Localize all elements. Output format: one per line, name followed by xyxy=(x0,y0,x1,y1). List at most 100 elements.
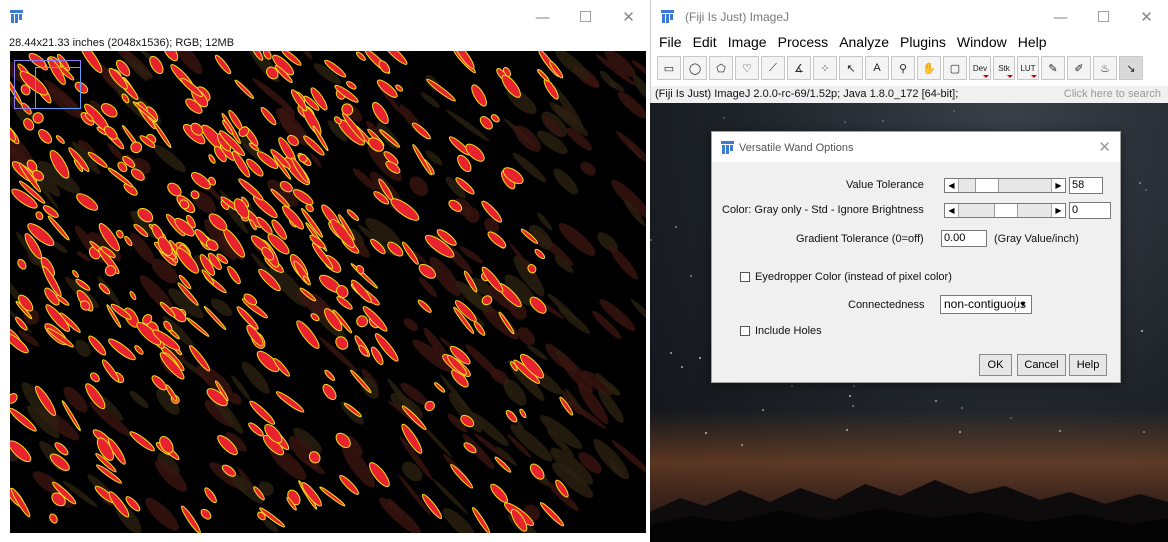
imagej-titlebar[interactable]: (Fiji Is Just) ImageJ — ☐ ✕ xyxy=(651,0,1168,34)
fiji-logo-icon xyxy=(721,141,734,154)
pencil-tool[interactable]: ✎ xyxy=(1041,56,1065,80)
scroll-left-icon[interactable]: ◀ xyxy=(945,204,959,217)
segmented-region xyxy=(282,205,304,230)
submenu-indicator-icon xyxy=(1007,75,1013,78)
minimize-button[interactable]: — xyxy=(521,0,564,34)
versatile-wand-tool[interactable]: ↘ xyxy=(1119,56,1143,80)
star xyxy=(699,357,701,359)
gradient-tolerance-label: Gradient Tolerance (0=off) xyxy=(796,233,924,245)
background-strand xyxy=(340,401,364,425)
include-holes-checkbox[interactable] xyxy=(740,326,750,336)
image-window-titlebar[interactable]: — ☐ ✕ xyxy=(0,0,650,34)
star xyxy=(1141,330,1143,332)
star xyxy=(935,400,937,402)
segmented-region xyxy=(46,327,74,348)
navigator-viewport[interactable] xyxy=(35,67,81,109)
segmented-region xyxy=(539,502,565,527)
segmented-region xyxy=(101,359,120,382)
menu-process[interactable]: Process xyxy=(778,34,829,54)
wand-tool[interactable]: ↖ xyxy=(839,56,863,80)
maximize-button[interactable]: ☐ xyxy=(1082,0,1125,34)
color-mode-slider[interactable]: ◀ ▶ xyxy=(944,203,1066,218)
cancel-button[interactable]: Cancel xyxy=(1017,354,1066,376)
value-tolerance-slider[interactable]: ◀ ▶ xyxy=(944,178,1066,193)
background-strand xyxy=(300,51,313,60)
segmented-region xyxy=(129,431,155,452)
scroll-right-icon[interactable]: ▶ xyxy=(1051,179,1065,192)
connectedness-select[interactable]: non-contiguous ▼ xyxy=(940,295,1032,314)
search-bar[interactable]: Click here to search xyxy=(1064,88,1161,100)
menu-file[interactable]: File xyxy=(659,34,682,54)
polygon-tool[interactable]: ⬠ xyxy=(709,56,733,80)
flood-fill-tool[interactable]: ♨ xyxy=(1093,56,1117,80)
color-picker-tool[interactable]: ▢ xyxy=(943,56,967,80)
gradient-unit-label: (Gray Value/inch) xyxy=(994,233,1079,245)
segmented-region xyxy=(90,372,100,383)
scroll-left-icon[interactable]: ◀ xyxy=(945,179,959,192)
oval-tool[interactable]: ◯ xyxy=(683,56,707,80)
ok-button[interactable]: OK xyxy=(979,354,1012,376)
value-tolerance-label: Value Tolerance xyxy=(846,179,924,191)
image-info: 28.44x21.33 inches (2048x1536); RGB; 12M… xyxy=(9,37,235,49)
chevron-down-icon[interactable]: ▼ xyxy=(1015,297,1030,312)
eyedropper-checkbox[interactable] xyxy=(740,272,750,282)
zoom-tool[interactable]: ⚲ xyxy=(891,56,915,80)
scroll-right-icon[interactable]: ▶ xyxy=(1051,204,1065,217)
menu-plugins[interactable]: Plugins xyxy=(900,34,946,54)
segmented-region xyxy=(346,209,360,221)
dialog-titlebar[interactable]: Versatile Wand Options ✕ xyxy=(712,132,1120,162)
fiji-logo-icon xyxy=(661,10,674,23)
star xyxy=(849,395,851,397)
segmented-region xyxy=(324,369,336,382)
gradient-tolerance-field[interactable]: 0.00 xyxy=(941,230,987,247)
menu-window[interactable]: Window xyxy=(957,34,1007,54)
point-tool[interactable]: ⁘ xyxy=(813,56,837,80)
stk-tool[interactable]: Stk xyxy=(993,56,1015,80)
star xyxy=(1059,430,1061,432)
maximize-button[interactable]: ☐ xyxy=(564,0,607,34)
segmented-region xyxy=(534,248,546,260)
status-text: (Fiji Is Just) ImageJ 2.0.0-rc-69/1.52p;… xyxy=(655,88,959,100)
angle-tool[interactable]: ∡ xyxy=(787,56,811,80)
segmented-region xyxy=(134,345,144,355)
rectangle-tool[interactable]: ▭ xyxy=(657,56,681,80)
segmented-region xyxy=(129,290,137,301)
minimize-button[interactable]: — xyxy=(1039,0,1082,34)
menu-image[interactable]: Image xyxy=(728,34,767,54)
segmented-region xyxy=(17,258,27,270)
image-canvas[interactable] xyxy=(10,51,646,533)
color-mode-field[interactable]: 0 xyxy=(1069,202,1111,219)
text-tool[interactable]: A xyxy=(865,56,889,80)
segmented-region xyxy=(76,193,99,211)
menu-analyze[interactable]: Analyze xyxy=(839,34,889,54)
menu-help[interactable]: Help xyxy=(1018,34,1047,54)
freehand-tool[interactable]: ♡ xyxy=(735,56,759,80)
segmented-region xyxy=(204,487,217,504)
segmented-region xyxy=(38,129,53,144)
background-strand xyxy=(615,130,646,167)
brush-tool[interactable]: ✐ xyxy=(1067,56,1091,80)
star xyxy=(650,239,652,241)
dev-tool[interactable]: Dev xyxy=(969,56,991,80)
lut-tool[interactable]: LUT xyxy=(1017,56,1039,80)
close-icon[interactable]: ✕ xyxy=(1098,138,1111,156)
submenu-indicator-icon xyxy=(983,75,989,78)
segmented-region xyxy=(186,317,210,337)
value-tolerance-field[interactable]: 58 xyxy=(1069,177,1103,194)
dialog-title: Versatile Wand Options xyxy=(739,142,854,154)
line-tool[interactable]: ⟋ xyxy=(761,56,785,80)
segmented-region xyxy=(108,338,136,361)
close-button[interactable]: ✕ xyxy=(1125,0,1168,34)
help-button[interactable]: Help xyxy=(1069,354,1107,376)
slider-thumb[interactable] xyxy=(974,179,999,192)
segmented-region xyxy=(372,101,389,125)
slider-thumb[interactable] xyxy=(994,204,1018,217)
background-strand xyxy=(409,176,429,197)
segmented-region xyxy=(11,487,31,518)
hand-tool[interactable]: ✋ xyxy=(917,56,941,80)
menu-edit[interactable]: Edit xyxy=(693,34,717,54)
background-strand xyxy=(580,161,596,176)
segmented-region xyxy=(214,54,232,75)
close-button[interactable]: ✕ xyxy=(607,0,650,34)
connectedness-value: non-contiguous xyxy=(944,297,1027,311)
